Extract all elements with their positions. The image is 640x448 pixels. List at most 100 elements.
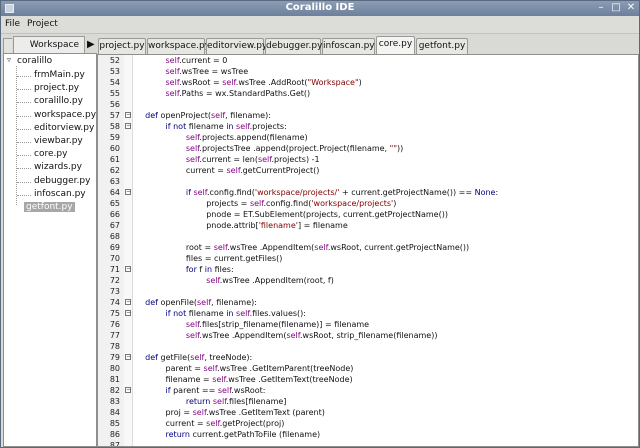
tree-connector: [17, 194, 31, 197]
tab-scroll-right-icon[interactable]: ▶: [87, 39, 97, 51]
code-text[interactable]: current = self.getProject(proj): [135, 419, 285, 428]
line-number: 79: [109, 353, 120, 362]
code-text[interactable]: if not filename in self.files.values():: [135, 309, 306, 318]
fold-toggle-icon[interactable]: −: [125, 266, 131, 272]
code-line: 71− for f in files:: [98, 265, 638, 276]
fold-toggle-icon[interactable]: −: [125, 299, 131, 305]
code-text[interactable]: if parent == self.wsRoot:: [135, 386, 266, 395]
code-text[interactable]: self.projects.append(filename): [135, 133, 308, 142]
code-text[interactable]: def getFile(self, treeNode):: [135, 353, 252, 362]
code-text[interactable]: pnode = ET.SubElement(projects, current.…: [135, 210, 448, 219]
editor-tab[interactable]: debugger.py: [265, 38, 322, 54]
code-line: 62 current = self.getCurrentProject(): [98, 166, 638, 177]
code-editor[interactable]: 52 self.current = 0 53 self.wsTree = wsTr…: [97, 54, 639, 447]
tree-file-item[interactable]: frmMain.py: [34, 70, 85, 80]
code-text[interactable]: self.current = 0: [135, 56, 228, 65]
code-text[interactable]: for f in files:: [135, 265, 234, 274]
tree-file-item[interactable]: wizards.py: [34, 162, 82, 172]
code-line: 76 self.files[strip_filename(filename)] …: [98, 320, 638, 331]
code-text[interactable]: parent = self.wsTree .GetItemParent(tree…: [135, 364, 354, 373]
tree-connector: [16, 66, 18, 205]
editor-tab[interactable]: core.py: [376, 36, 415, 54]
tree-file-item[interactable]: coralillo.py: [34, 96, 83, 106]
close-icon[interactable]: ✕: [626, 2, 636, 13]
code-text[interactable]: if not filename in self.projects:: [135, 122, 287, 131]
line-number: 65: [109, 199, 120, 208]
tree-file-item[interactable]: infoscan.py: [34, 189, 86, 199]
code-text[interactable]: self.current = len(self.projects) -1: [135, 155, 320, 164]
tree-file-item[interactable]: core.py: [34, 149, 67, 159]
minimize-icon[interactable]: –: [596, 2, 606, 13]
menu-file[interactable]: File: [5, 19, 20, 29]
code-text[interactable]: self.Paths = wx.StandardPaths.Get(): [135, 89, 311, 98]
line-number: 84: [109, 408, 120, 417]
code-line: 86 return current.getPathToFile (filenam…: [98, 430, 638, 441]
code-text[interactable]: proj = self.wsTree .GetItemText (parent): [135, 408, 325, 417]
menu-project[interactable]: Project: [27, 19, 58, 29]
code-text[interactable]: self.files[strip_filename(filename)] = f…: [135, 320, 369, 329]
tree-file-item[interactable]: project.py: [34, 83, 79, 93]
code-line: 87: [98, 441, 638, 447]
workspace-tab[interactable]: Workspace: [13, 36, 85, 53]
line-number: 61: [109, 155, 120, 164]
editor-tab[interactable]: infoscan.py: [322, 38, 375, 54]
code-text[interactable]: self.wsTree = wsTree: [135, 67, 249, 76]
code-line: 61 self.current = len(self.projects) -1: [98, 155, 638, 166]
fold-toggle-icon[interactable]: −: [125, 189, 131, 195]
fold-toggle-icon[interactable]: −: [125, 112, 131, 118]
line-number: 87: [109, 441, 120, 447]
editor-tab[interactable]: workspace.py: [147, 38, 210, 54]
code-text[interactable]: self.projectsTree .append(project.Projec…: [135, 144, 403, 153]
tree-root[interactable]: coralillo: [17, 56, 52, 66]
code-line: 74− def openFile(self, filename):: [98, 298, 638, 309]
line-number: 85: [109, 419, 120, 428]
line-number: 62: [109, 166, 120, 175]
code-text[interactable]: return self.files[filename]: [135, 397, 287, 406]
line-number: 64: [109, 188, 120, 197]
tree-file-item[interactable]: workspace.py: [34, 110, 96, 120]
tree-expander-icon[interactable]: ▿: [7, 56, 14, 64]
editor-tab[interactable]: getfont.py: [416, 38, 468, 54]
title-bar[interactable]: Coralillo IDE – □ ✕: [1, 1, 639, 16]
line-number: 73: [109, 287, 120, 296]
code-line: 80 parent = self.wsTree .GetItemParent(t…: [98, 364, 638, 375]
tree-file-item[interactable]: editorview.py: [34, 123, 94, 133]
code-text[interactable]: if self.config.find('workspace/projects/…: [135, 188, 498, 197]
code-text[interactable]: projects = self.config.find('workspace/p…: [135, 199, 396, 208]
code-text[interactable]: current = self.getCurrentProject(): [135, 166, 320, 175]
code-line: 72 self.wsTree .AppendItem(root, f): [98, 276, 638, 287]
code-text[interactable]: return current.getPathToFile (filename): [135, 430, 321, 439]
tree-file-item-selected[interactable]: getfont.py: [24, 202, 75, 212]
tree-file-item[interactable]: debugger.py: [34, 176, 90, 186]
workspace-tree[interactable]: ▿ coralillo frmMain.py project.py coralill…: [3, 53, 97, 447]
tree-connector: [17, 89, 31, 91]
code-text[interactable]: def openProject(self, filename):: [135, 111, 271, 120]
tree-file-item[interactable]: viewbar.py: [34, 136, 83, 146]
code-line: 65 projects = self.config.find('workspac…: [98, 199, 638, 210]
code-text[interactable]: def openFile(self, filename):: [135, 298, 257, 307]
fold-toggle-icon[interactable]: −: [125, 354, 131, 360]
code-line: 78: [98, 342, 638, 353]
code-text[interactable]: pnode.attrib['filename'] = filename: [135, 221, 348, 230]
code-text[interactable]: self.wsTree .AppendItem(root, f): [135, 276, 334, 285]
line-number: 57: [109, 111, 120, 120]
line-number: 83: [109, 397, 120, 406]
code-text[interactable]: self.wsRoot = self.wsTree .AddRoot("Work…: [135, 78, 362, 87]
code-text[interactable]: self.wsTree .AppendItem(self.wsRoot, str…: [135, 331, 438, 340]
code-line: 63: [98, 177, 638, 188]
code-line: 60 self.projectsTree .append(project.Pro…: [98, 144, 638, 155]
fold-toggle-icon[interactable]: −: [125, 387, 131, 393]
editor-tab[interactable]: project.py: [98, 38, 146, 54]
line-number: 72: [109, 276, 120, 285]
window-controls: – □ ✕: [596, 2, 636, 13]
code-text[interactable]: files = current.getFiles(): [135, 254, 282, 263]
code-text[interactable]: root = self.wsTree .AppendItem(self.wsRo…: [135, 243, 469, 252]
code-text[interactable]: filename = self.wsTree .GetItemText(tree…: [135, 375, 353, 384]
ide-window: Coralillo IDE – □ ✕ File Project Workspa…: [0, 0, 640, 448]
fold-toggle-icon[interactable]: −: [125, 123, 131, 129]
fold-toggle-icon[interactable]: −: [125, 310, 131, 316]
line-number: 82: [109, 386, 120, 395]
maximize-icon[interactable]: □: [611, 2, 621, 13]
editor-tab[interactable]: editorview.py: [206, 38, 267, 54]
line-number: 55: [109, 89, 120, 98]
